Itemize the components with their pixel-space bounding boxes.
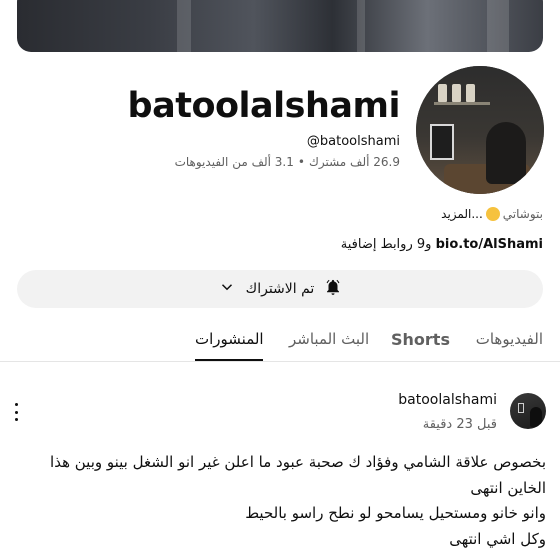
tab-shorts[interactable]: Shorts [391, 330, 450, 349]
tab-posts[interactable]: المنشورات [195, 330, 264, 348]
post-line: وكل اشي انتهى [449, 529, 546, 548]
channel-links[interactable]: bio.to/AlShami و9 روابط إضافية [341, 237, 543, 252]
bio-link[interactable]: bio.to/AlShami [436, 237, 543, 252]
extra-links[interactable]: و9 روابط إضافية [341, 237, 432, 252]
post-line: بخصوص علاقة الشامي وفؤاد ك صحبة عبود ما … [50, 453, 546, 497]
video-count: 3.1 ألف من الفيديوهات [174, 155, 294, 169]
post-timestamp: قبل 23 دقيقة [422, 417, 497, 432]
chevron-down-icon [218, 278, 236, 300]
post-author-avatar[interactable] [510, 393, 546, 429]
more-vert-icon[interactable] [8, 400, 24, 424]
channel-handle: @batoolshami [306, 134, 400, 149]
subscribed-button[interactable]: تم الاشتراك [17, 270, 543, 308]
channel-banner [17, 0, 543, 52]
subscriber-count: 26.9 ألف مشترك [308, 155, 400, 169]
post-line: وانو خانو ومستحيل يسامحو لو نطح راسو بال… [245, 504, 546, 522]
channel-name: batoolalshami [127, 86, 401, 126]
tab-videos[interactable]: الفيديوهات [476, 330, 543, 348]
post-text: بخصوص علاقة الشامي وفؤاد ك صحبة عبود ما … [26, 450, 546, 552]
post-author-name[interactable]: batoolalshami [398, 392, 497, 408]
bell-ringing-icon [324, 278, 342, 300]
channel-avatar[interactable] [416, 66, 544, 194]
channel-description[interactable]: بتوشاتي ...المزيد [441, 207, 543, 221]
tab-live[interactable]: البث المباشر [289, 330, 369, 348]
smiling-face-emoji-icon [485, 207, 500, 221]
channel-tabs: الفيديوهات Shorts البث المباشر المنشورات [0, 318, 560, 362]
description-text: بتوشاتي [502, 207, 543, 221]
active-tab-indicator [195, 359, 263, 361]
channel-stats: 26.9 ألف مشترك•3.1 ألف من الفيديوهات [174, 155, 400, 169]
subscribed-label: تم الاشتراك [245, 281, 315, 297]
more-link[interactable]: ...المزيد [441, 207, 483, 221]
